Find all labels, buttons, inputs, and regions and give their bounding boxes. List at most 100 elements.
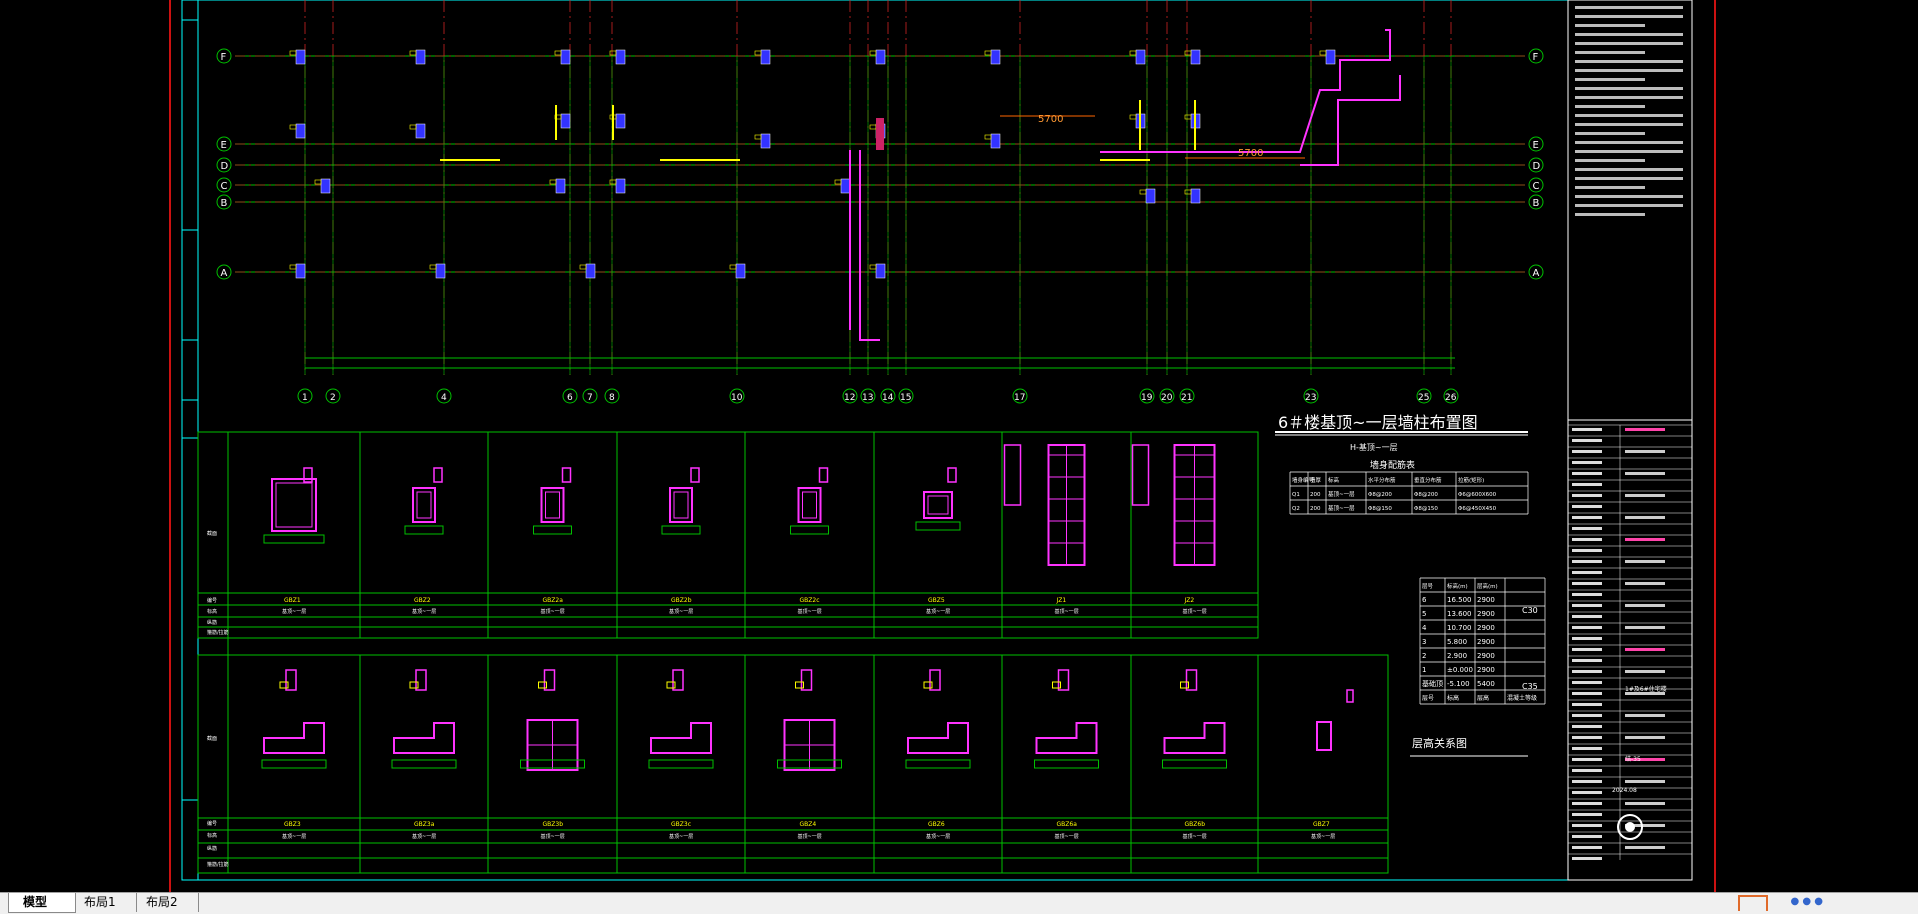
floor-table-header: 层高(m) xyxy=(1477,582,1498,590)
axis-letter-label: E xyxy=(221,140,227,151)
column-mark xyxy=(840,178,851,194)
tb-label xyxy=(1572,802,1602,805)
axis-number-label: 13 xyxy=(862,393,873,403)
note-line xyxy=(1575,123,1683,126)
column-tag xyxy=(549,179,557,185)
section-elevation: 基顶~一层 xyxy=(1311,833,1335,840)
section-label-row1: GBZ2b xyxy=(671,597,692,604)
floor-table-cell: 16.500 xyxy=(1447,596,1472,604)
column-mark xyxy=(875,263,886,279)
section-elevation: 基顶~一层 xyxy=(541,608,565,615)
section-label-row2: GBZ3 xyxy=(284,821,301,828)
row-side-label: 标高 xyxy=(207,608,217,615)
column-tag xyxy=(984,134,992,140)
axis-number-label: 25 xyxy=(1418,393,1429,403)
tab-layout1[interactable]: 布局1 xyxy=(70,893,137,912)
section-key-tag xyxy=(923,681,933,689)
tb-value xyxy=(1625,736,1665,739)
note-line xyxy=(1575,69,1683,72)
note-line xyxy=(1575,87,1683,90)
section-key-tag xyxy=(1180,681,1189,689)
column-tag xyxy=(554,50,562,56)
section-label-row1: JZ2 xyxy=(1184,597,1195,604)
row-side-label: 编号 xyxy=(207,597,217,604)
dim-5700-b: 5700 xyxy=(1238,148,1263,159)
section-label-row2: GBZ4 xyxy=(800,821,817,828)
axis-letter-label: E xyxy=(1533,140,1539,151)
note-line xyxy=(1575,33,1683,36)
note-line xyxy=(1575,42,1683,45)
floor-table-cell: 基础顶 xyxy=(1422,679,1443,688)
section-key xyxy=(1346,689,1354,703)
tb-label xyxy=(1572,483,1602,486)
axis-number-label: 14 xyxy=(882,393,894,403)
section-stirrup xyxy=(802,491,817,519)
note-line xyxy=(1575,177,1683,180)
axis-letter-label: B xyxy=(1533,198,1540,209)
section-dim xyxy=(263,534,325,544)
section-dim xyxy=(1162,759,1227,769)
section-key xyxy=(1003,444,1022,506)
section-key xyxy=(947,467,957,483)
tb-value xyxy=(1625,428,1665,431)
tb-label xyxy=(1572,714,1602,717)
floor-table-cell: 2900 xyxy=(1477,638,1495,646)
section-outline xyxy=(907,722,969,754)
section-key xyxy=(561,467,572,483)
tb-label xyxy=(1572,791,1602,794)
section-label-row1: JZ1 xyxy=(1056,597,1067,604)
note-line xyxy=(1575,114,1683,117)
tb-label xyxy=(1572,472,1602,475)
axis-letter-label: F xyxy=(1533,52,1539,63)
tb-label xyxy=(1572,769,1602,772)
section-dim xyxy=(404,525,444,535)
axis-number-label: 12 xyxy=(844,393,855,403)
section-outline xyxy=(797,487,822,523)
tab-layout2[interactable]: 布局2 xyxy=(132,893,199,912)
tb-label xyxy=(1572,439,1602,442)
tb-label xyxy=(1572,560,1602,563)
section-dim xyxy=(1034,759,1099,769)
section-label-row1: GBZ2 xyxy=(414,597,431,604)
column-mark xyxy=(295,263,306,279)
tb-value xyxy=(1625,626,1665,629)
dim-5700-a: 5700 xyxy=(1038,114,1063,125)
column-tag xyxy=(429,264,437,270)
cad-model-space[interactable]: 5700 5700 1 2 4 6 7 8 10 12 13 14 15 17 19 20 21 23 25 26… xyxy=(0,0,1918,892)
plan-title: 6＃楼基顶~一层墙柱布置图 xyxy=(1278,413,1478,432)
row-side-label: 纵筋 xyxy=(207,619,217,626)
shaft-mark xyxy=(876,118,884,150)
tb-label xyxy=(1572,747,1602,750)
column-mark xyxy=(990,133,1001,149)
section-elevation: 基顶~一层 xyxy=(1055,608,1079,615)
section-stirrup xyxy=(275,482,313,528)
section-outline xyxy=(271,478,317,532)
column-tag xyxy=(984,50,992,56)
note-line xyxy=(1575,213,1645,216)
row-side-label: 箍筋/拉筋 xyxy=(207,629,229,636)
tab-model[interactable]: 模型 xyxy=(8,893,76,913)
wall-table-cell: 墙厚 xyxy=(1310,476,1322,484)
tb-label xyxy=(1572,615,1602,618)
column-mark xyxy=(560,113,571,129)
row-side-label: 截面 xyxy=(207,530,217,537)
axis-number-bubbles: 1 2 4 6 7 8 10 12 13 14 15 17 19 20 21 23 25 26 xyxy=(297,388,1459,404)
floor-table-cell: 2.900 xyxy=(1447,652,1467,660)
section-dim xyxy=(661,525,701,535)
tb-label xyxy=(1572,835,1602,838)
axis-number-label: 10 xyxy=(731,393,743,403)
tb-value xyxy=(1625,648,1665,651)
row-side-label: 编号 xyxy=(207,820,217,827)
column-tag xyxy=(289,50,297,56)
section-elevation: 基顶~一层 xyxy=(1183,833,1207,840)
section-key xyxy=(818,467,829,483)
axis-number-label: 19 xyxy=(1141,393,1153,403)
column-tag xyxy=(869,50,877,56)
note-line xyxy=(1575,168,1683,171)
section-label-row2: GBZ6 xyxy=(928,821,945,828)
tb-label xyxy=(1572,824,1602,827)
axis-letter-label: C xyxy=(221,181,228,192)
section-outline xyxy=(412,487,436,523)
section-stirrup xyxy=(673,491,689,519)
section-elevation: 基顶~一层 xyxy=(798,608,822,615)
